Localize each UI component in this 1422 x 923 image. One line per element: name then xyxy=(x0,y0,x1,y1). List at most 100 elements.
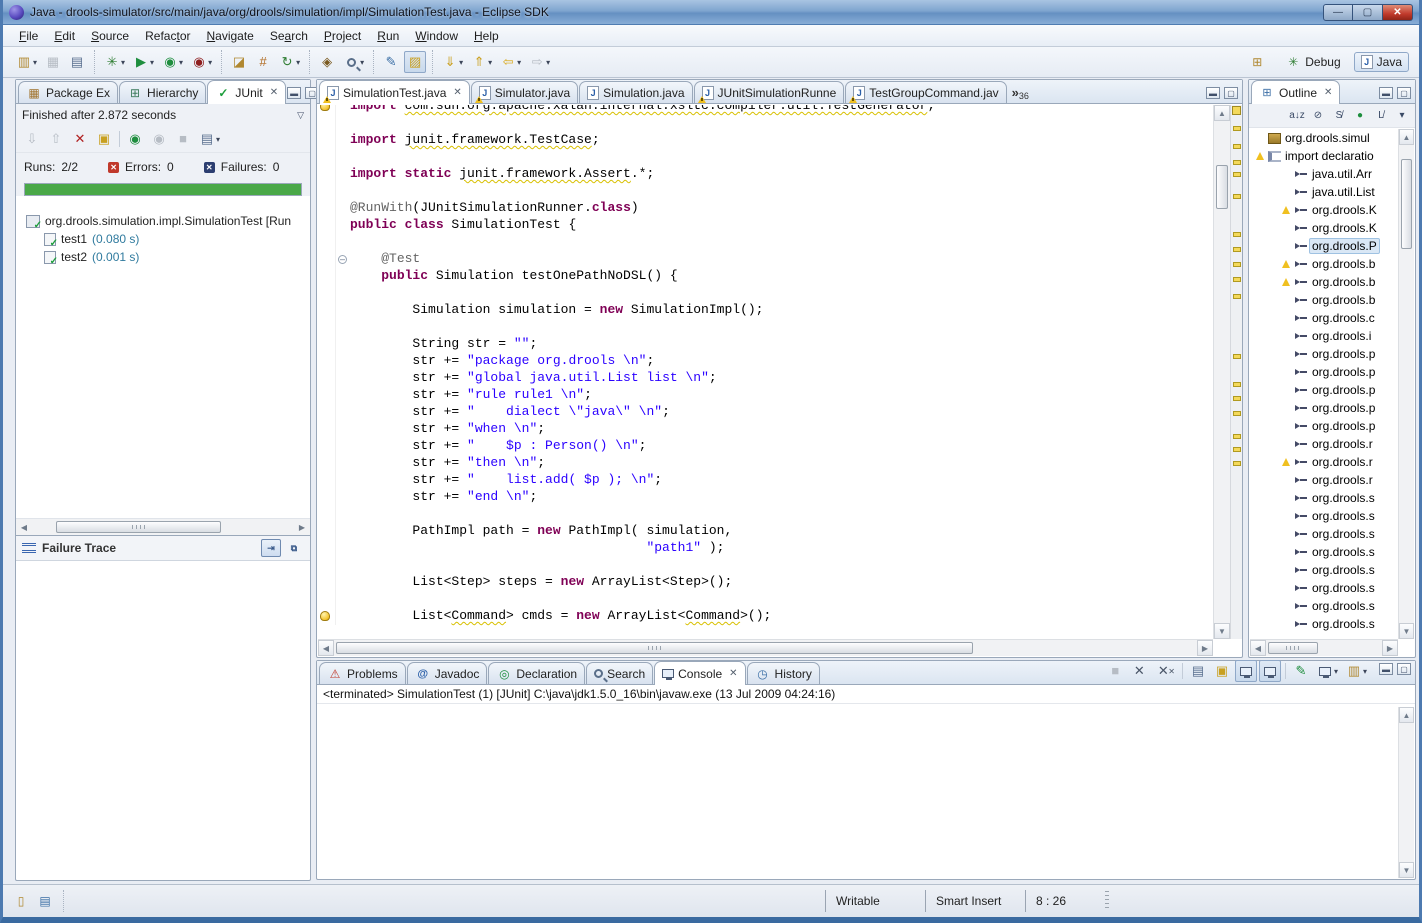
tab-outline[interactable]: ⊞ Outline ✕ xyxy=(1251,80,1340,104)
outline-item[interactable]: org.drools.simul xyxy=(1250,129,1398,147)
dropdown-arrow-icon[interactable]: ▾ xyxy=(296,58,300,67)
outline-item[interactable]: org.drools.s xyxy=(1250,525,1398,543)
maximize-view-button[interactable]: ▢ xyxy=(1224,87,1238,99)
tab-console[interactable]: Console✕ xyxy=(654,661,745,685)
rerun-failed-button[interactable]: ◉ xyxy=(148,128,170,150)
previous-annotation-button[interactable]: ⇑▾ xyxy=(468,51,495,73)
outline-item[interactable]: org.drools.b xyxy=(1250,291,1398,309)
hide-local-types-button[interactable]: L̸ xyxy=(1372,107,1390,124)
code-editor[interactable]: import com.sun.org.apache.xalan.internal… xyxy=(318,105,1213,639)
minimize-view-button[interactable]: ▬ xyxy=(1206,87,1220,99)
title-bar[interactable]: Java - drools-simulator/src/main/java/or… xyxy=(3,0,1419,25)
scrollbar-thumb[interactable] xyxy=(56,521,221,533)
show-stdout-button[interactable] xyxy=(1235,660,1257,682)
print-button[interactable]: ▤ xyxy=(66,51,88,73)
overview-ruler[interactable] xyxy=(1230,105,1242,639)
scrollbar-thumb[interactable] xyxy=(1268,642,1318,654)
dropdown-arrow-icon[interactable]: ▾ xyxy=(488,58,492,67)
warning-lightbulb-icon[interactable] xyxy=(320,105,330,111)
maximize-button[interactable]: ▢ xyxy=(1353,4,1383,21)
outline-item[interactable]: org.drools.s xyxy=(1250,615,1398,633)
warning-mark[interactable] xyxy=(1233,277,1241,282)
outline-item[interactable]: org.drools.p xyxy=(1250,417,1398,435)
outline-item[interactable]: org.drools.p xyxy=(1250,345,1398,363)
clear-console-button[interactable]: ▤ xyxy=(1187,660,1209,682)
outline-item[interactable]: org.drools.p xyxy=(1250,381,1398,399)
key-binding-icon[interactable]: ▤ xyxy=(37,893,53,909)
tab-junit[interactable]: ✓JUnit✕ xyxy=(207,80,286,104)
warning-mark[interactable] xyxy=(1233,194,1241,199)
java-search-button[interactable]: ◈ xyxy=(316,51,338,73)
display-console-button[interactable]: ▾ xyxy=(1314,660,1341,682)
run-config-button[interactable]: ◉▾ xyxy=(188,51,215,73)
menu-help[interactable]: Help xyxy=(466,27,507,45)
tab-package-ex[interactable]: ▦Package Ex xyxy=(18,81,118,103)
warning-mark[interactable] xyxy=(1233,354,1241,359)
menu-project[interactable]: Project xyxy=(316,27,369,45)
outline-item[interactable]: org.drools.P xyxy=(1250,237,1398,255)
stop-test-button[interactable]: ■ xyxy=(172,128,194,150)
fold-collapse-icon[interactable]: – xyxy=(338,255,347,264)
sort-button[interactable]: a↓z xyxy=(1288,107,1306,124)
outline-item[interactable]: org.drools.p xyxy=(1250,399,1398,417)
test-history-button[interactable]: ▤▾ xyxy=(196,128,223,150)
dropdown-arrow-icon[interactable]: ▾ xyxy=(1363,667,1367,676)
tab-simulator-java[interactable]: JSimulator.java xyxy=(471,81,578,103)
dropdown-arrow-icon[interactable]: ▾ xyxy=(360,58,364,67)
close-tab-icon[interactable]: ✕ xyxy=(1324,87,1332,98)
open-console-button[interactable]: ▥▾ xyxy=(1343,660,1370,682)
save-button[interactable]: ▦ xyxy=(42,51,64,73)
outline-item[interactable]: org.drools.i xyxy=(1250,327,1398,345)
tab-search[interactable]: Search xyxy=(586,662,653,684)
outline-item[interactable]: org.drools.p xyxy=(1250,363,1398,381)
terminate-button[interactable]: ■ xyxy=(1104,660,1126,682)
failures-only-button[interactable]: ✕ xyxy=(69,128,91,150)
run-button[interactable]: ▶▾ xyxy=(130,51,157,73)
run-as-button[interactable]: ◉▾ xyxy=(159,51,186,73)
scrollbar-thumb[interactable] xyxy=(336,642,973,654)
view-menu-icon[interactable]: ▽ xyxy=(297,110,304,121)
minimize-view-button[interactable]: ▬ xyxy=(287,87,301,99)
scroll-left-arrow[interactable]: ◀ xyxy=(16,519,32,535)
view-menu-button[interactable]: ▾ xyxy=(1393,107,1411,124)
scroll-left-arrow[interactable]: ◀ xyxy=(318,640,334,656)
console-vscrollbar[interactable]: ▲ ▼ xyxy=(1398,707,1414,878)
warning-mark[interactable] xyxy=(1233,126,1241,131)
outline-item[interactable]: org.drools.s xyxy=(1250,561,1398,579)
forward-button[interactable]: ⇨▾ xyxy=(526,51,553,73)
tab-javadoc[interactable]: @Javadoc xyxy=(407,662,488,684)
outline-item[interactable]: org.drools.K xyxy=(1250,219,1398,237)
warning-mark[interactable] xyxy=(1233,160,1241,165)
new-wizard-button[interactable]: ▥▾ xyxy=(13,51,40,73)
outline-item[interactable]: org.drools.r xyxy=(1250,435,1398,453)
outline-item[interactable]: org.drools.K xyxy=(1250,201,1398,219)
more-tabs-chevron[interactable]: »36 xyxy=(1008,83,1033,103)
warning-mark[interactable] xyxy=(1233,447,1241,452)
test-row[interactable]: ✓test1(0.080 s) xyxy=(26,230,306,248)
warning-mark[interactable] xyxy=(1233,247,1241,252)
outline-item[interactable]: org.drools.s xyxy=(1250,597,1398,615)
console-output[interactable] xyxy=(318,707,1398,878)
scroll-down-arrow[interactable]: ▼ xyxy=(1399,623,1414,639)
debug-perspective-button[interactable]: ✳Debug xyxy=(1278,51,1347,73)
new-wizard-lightning-button[interactable]: ◪ xyxy=(228,51,250,73)
tab-simulationtest-java[interactable]: JSimulationTest.java✕ xyxy=(319,80,470,104)
outline-item[interactable]: org.drools.c xyxy=(1250,309,1398,327)
warning-mark[interactable] xyxy=(1233,434,1241,439)
outline-item[interactable]: org.drools.r xyxy=(1250,453,1398,471)
scroll-right-arrow[interactable]: ▶ xyxy=(294,519,310,535)
stack-filter-button[interactable]: ⧉ xyxy=(284,539,304,557)
remove-launch-button[interactable]: ✕ xyxy=(1128,660,1150,682)
scrollbar-thumb[interactable] xyxy=(1401,159,1412,249)
close-button[interactable]: ✕ xyxy=(1383,4,1413,21)
dropdown-arrow-icon[interactable]: ▾ xyxy=(179,58,183,67)
menu-window[interactable]: Window xyxy=(407,27,466,45)
outline-item[interactable]: java.util.List xyxy=(1250,183,1398,201)
mark-occurrences-button[interactable]: ▨ xyxy=(404,51,426,73)
scroll-up-arrow[interactable]: ▲ xyxy=(1399,129,1414,145)
tab-testgroupcommand-jav[interactable]: JTestGroupCommand.jav xyxy=(845,81,1006,103)
last-edit-button[interactable]: ✎ xyxy=(380,51,402,73)
close-tab-icon[interactable]: ✕ xyxy=(729,668,737,679)
dropdown-arrow-icon[interactable]: ▾ xyxy=(1334,667,1338,676)
tab-hierarchy[interactable]: ⊞Hierarchy xyxy=(119,81,206,103)
